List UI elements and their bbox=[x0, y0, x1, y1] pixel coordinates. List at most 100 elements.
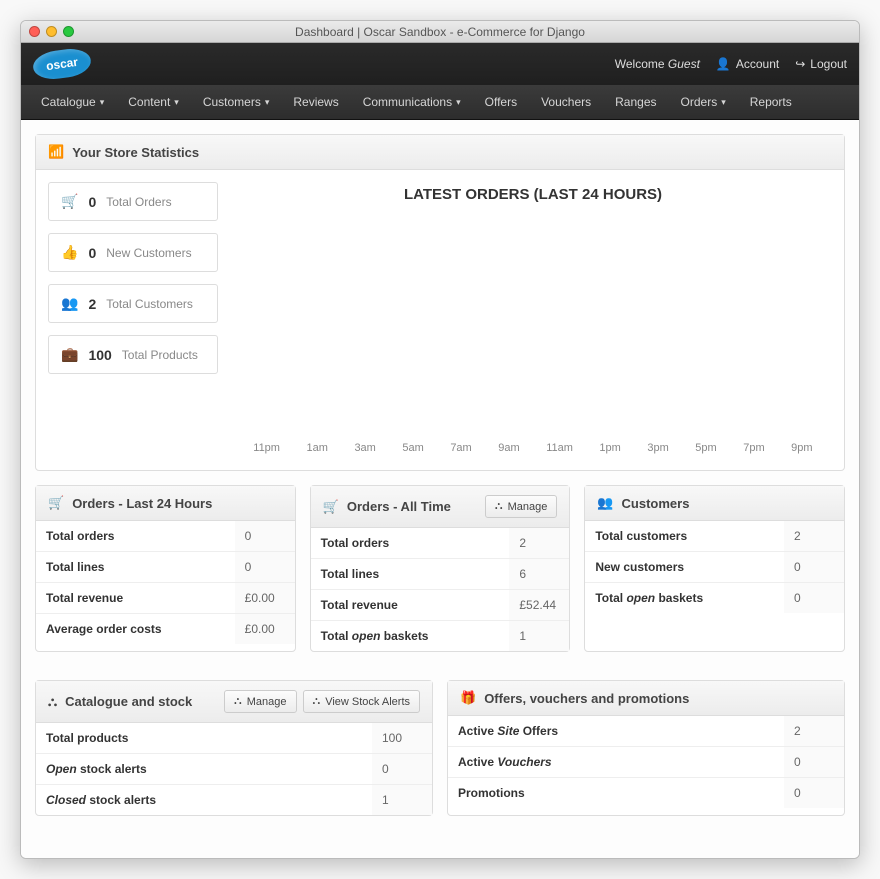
row-value: 0 bbox=[784, 552, 844, 583]
row-label: Closed stock alerts bbox=[36, 785, 372, 816]
x-tick: 7am bbox=[450, 442, 471, 454]
content-area: 📶 Your Store Statistics 🛒0Total Orders 👍 0… bbox=[21, 120, 859, 858]
user-icon: 👤 bbox=[716, 57, 731, 71]
row-value: 0 bbox=[784, 583, 844, 614]
table-row: Total open baskets1 bbox=[311, 621, 570, 652]
x-tick: 5am bbox=[402, 442, 423, 454]
row-label: Total lines bbox=[311, 559, 510, 590]
nav-offers[interactable]: Offers bbox=[473, 85, 529, 119]
row-label: New customers bbox=[585, 552, 784, 583]
row-value: 2 bbox=[509, 528, 569, 559]
row-label: Total revenue bbox=[311, 590, 510, 621]
customers-table: Total customers2New customers0Total open… bbox=[585, 521, 844, 613]
x-tick: 1am bbox=[307, 442, 328, 454]
stat-value: 2 bbox=[88, 296, 96, 312]
row-label: Total products bbox=[36, 723, 372, 754]
row-label: Average order costs bbox=[36, 614, 235, 645]
table-row: Total open baskets0 bbox=[585, 583, 844, 614]
stats-panel-title: Your Store Statistics bbox=[72, 145, 199, 160]
titlebar: Dashboard | Oscar Sandbox - e-Commerce f… bbox=[21, 21, 859, 43]
row-value: 0 bbox=[784, 778, 844, 809]
row-value: 1 bbox=[372, 785, 432, 816]
x-tick: 11am bbox=[546, 442, 573, 454]
manage-catalogue-button[interactable]: ⛬Manage bbox=[224, 690, 296, 713]
logout-link[interactable]: ↪Logout bbox=[795, 57, 847, 71]
row-value: 2 bbox=[784, 521, 844, 552]
logo[interactable]: oscar bbox=[31, 46, 92, 82]
row-label: Total open baskets bbox=[585, 583, 784, 614]
table-row: Total orders2 bbox=[311, 528, 570, 559]
row-label: Open stock alerts bbox=[36, 754, 372, 785]
table-row: Promotions0 bbox=[448, 778, 844, 809]
bar-chart-icon: 📶 bbox=[48, 144, 64, 160]
cart-icon: 🛒 bbox=[323, 499, 339, 515]
orders-all-table: Total orders2Total lines6Total revenue£5… bbox=[311, 528, 570, 651]
thumbs-icon: 👍 bbox=[61, 244, 78, 261]
x-tick: 5pm bbox=[695, 442, 716, 454]
nav-vouchers[interactable]: Vouchers bbox=[529, 85, 603, 119]
row-label: Promotions bbox=[448, 778, 784, 809]
table-row: Total revenue£52.44 bbox=[311, 590, 570, 621]
nav-orders[interactable]: Orders▾ bbox=[669, 85, 738, 119]
nav-communications[interactable]: Communications▾ bbox=[351, 85, 473, 119]
chart-x-ticks: 11pm1am3am5am7am9am11am1pm3pm5pm7pm9pm bbox=[234, 442, 832, 458]
nav-reviews[interactable]: Reviews bbox=[281, 85, 350, 119]
nav-catalogue[interactable]: Catalogue▾ bbox=[29, 85, 116, 119]
chevron-down-icon: ▾ bbox=[721, 97, 726, 108]
table-row: Total orders0 bbox=[36, 521, 295, 552]
nav-customers[interactable]: Customers▾ bbox=[191, 85, 282, 119]
row-value: 1 bbox=[509, 621, 569, 652]
stat-card: 👥2Total Customers bbox=[48, 284, 218, 323]
nav-ranges[interactable]: Ranges bbox=[603, 85, 668, 119]
stat-cards: 🛒0Total Orders👍0New Customers👥2Total Cus… bbox=[48, 182, 218, 458]
row-value: £0.00 bbox=[235, 583, 295, 614]
row-value: 0 bbox=[372, 754, 432, 785]
case-icon: 💼 bbox=[61, 346, 78, 363]
row-label: Active Site Offers bbox=[448, 716, 784, 747]
nav-reports[interactable]: Reports bbox=[738, 85, 804, 119]
header-bar: oscar Welcome Guest 👤Account ↪Logout bbox=[21, 43, 859, 85]
chart-title: LATEST ORDERS (LAST 24 HOURS) bbox=[234, 186, 832, 203]
account-link[interactable]: 👤Account bbox=[716, 57, 779, 71]
stat-label: Total Customers bbox=[106, 297, 193, 311]
table-row: New customers0 bbox=[585, 552, 844, 583]
table-row: Average order costs£0.00 bbox=[36, 614, 295, 645]
catalogue-panel: ⛬Catalogue and stock ⛬Manage ⛬View Stock… bbox=[35, 680, 433, 816]
stat-label: New Customers bbox=[106, 246, 191, 260]
gift-icon: 🎁 bbox=[460, 690, 476, 706]
orders-all-panel: 🛒Orders - All Time ⛬Manage Total orders2… bbox=[310, 485, 571, 652]
cart-icon: 🛒 bbox=[48, 495, 64, 511]
row-value: 0 bbox=[235, 521, 295, 552]
x-tick: 11pm bbox=[253, 442, 280, 454]
catalogue-table: Total products100Open stock alerts0Close… bbox=[36, 723, 432, 815]
orders-24h-table: Total orders0Total lines0Total revenue£0… bbox=[36, 521, 295, 644]
sitemap-icon: ⛬ bbox=[313, 695, 321, 708]
manage-orders-button[interactable]: ⛬Manage bbox=[485, 495, 557, 518]
stat-card: 🛒0Total Orders bbox=[48, 182, 218, 221]
group-icon: 👥 bbox=[597, 495, 613, 511]
row-value: 0 bbox=[235, 552, 295, 583]
table-row: Active Site Offers2 bbox=[448, 716, 844, 747]
stat-value: 0 bbox=[88, 194, 96, 210]
row-value: £0.00 bbox=[235, 614, 295, 645]
chevron-down-icon: ▾ bbox=[100, 97, 105, 108]
app-window: Dashboard | Oscar Sandbox - e-Commerce f… bbox=[20, 20, 860, 859]
chevron-down-icon: ▾ bbox=[265, 97, 270, 108]
table-row: Closed stock alerts1 bbox=[36, 785, 432, 816]
logout-icon: ↪ bbox=[795, 57, 805, 71]
window-title: Dashboard | Oscar Sandbox - e-Commerce f… bbox=[21, 25, 859, 39]
nav-content[interactable]: Content▾ bbox=[116, 85, 191, 119]
view-stock-alerts-button[interactable]: ⛬View Stock Alerts bbox=[303, 690, 420, 713]
table-row: Open stock alerts0 bbox=[36, 754, 432, 785]
stat-card: 💼100Total Products bbox=[48, 335, 218, 374]
orders-chart: LATEST ORDERS (LAST 24 HOURS) 11pm 1am 3am… bbox=[234, 182, 832, 458]
stats-panel-header: 📶 Your Store Statistics bbox=[36, 135, 844, 170]
sitemap-icon: ⛬ bbox=[495, 500, 503, 513]
table-row: Total products100 bbox=[36, 723, 432, 754]
row-label: Total revenue bbox=[36, 583, 235, 614]
table-row: Total revenue£0.00 bbox=[36, 583, 295, 614]
promotions-table: Active Site Offers2Active Vouchers0Promo… bbox=[448, 716, 844, 808]
x-tick: 3am bbox=[354, 442, 375, 454]
sitemap-icon: ⛬ bbox=[234, 695, 242, 708]
row-label: Total customers bbox=[585, 521, 784, 552]
